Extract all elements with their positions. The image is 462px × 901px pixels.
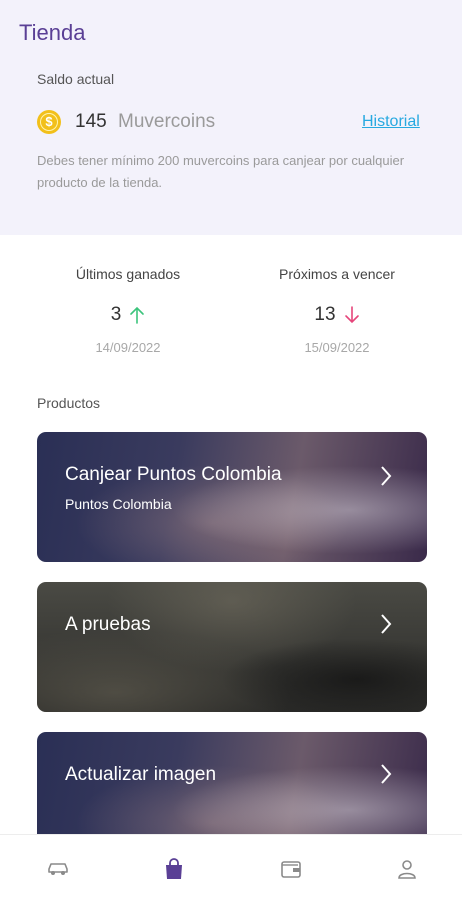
balance-header: Tienda Saldo actual $ 145 Muvercoins His… [0,0,462,235]
arrow-up-icon [129,306,145,324]
expiring-value: 13 [314,304,336,325]
product-card-subtitle: Puntos Colombia [65,496,172,512]
user-icon[interactable] [395,857,419,881]
shopping-bag-icon[interactable] [162,857,186,881]
car-icon[interactable] [46,857,70,881]
expiring-date: 15/09/2022 [304,340,370,355]
bottom-nav [0,834,462,901]
expiring-label: Próximos a vencer [279,266,395,282]
page-title: Tienda [19,20,86,45]
product-card-title: A pruebas [65,614,151,635]
earned-date: 14/09/2022 [95,340,161,355]
balance-unit: Muvercoins [118,111,216,132]
earned-stat: Últimos ganados 3 14/09/2022 [28,266,228,355]
chevron-right-icon [381,614,392,634]
wallet-icon[interactable] [279,857,303,881]
history-link[interactable]: Historial [362,113,420,131]
arrow-down-icon [344,306,360,324]
product-card-title: Actualizar imagen [65,764,217,785]
chevron-right-icon [381,764,392,784]
product-card-a-pruebas[interactable]: A pruebas [37,582,427,712]
coin-icon: $ [37,110,61,134]
earned-label: Últimos ganados [75,266,181,282]
product-card-puntos-colombia[interactable]: Canjear Puntos Colombia Puntos Colombia [37,432,427,562]
expiring-stat: Próximos a vencer 13 15/09/2022 [237,266,437,355]
balance-label: Saldo actual [37,71,115,87]
chevron-right-icon [381,466,392,486]
balance-amount: 145 [75,111,107,132]
balance-note: Debes tener mínimo 200 muvercoins para c… [37,153,405,190]
earned-value: 3 [110,304,122,325]
products-label: Productos [37,395,101,411]
product-card-title: Canjear Puntos Colombia [65,464,282,485]
